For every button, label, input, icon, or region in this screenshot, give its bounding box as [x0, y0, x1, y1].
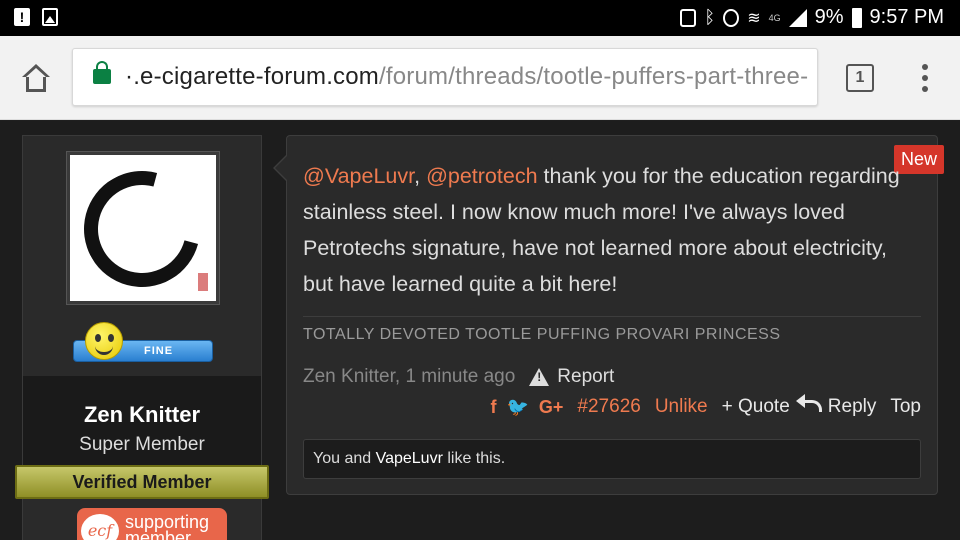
facebook-icon[interactable]: f	[490, 397, 496, 418]
author-timestamp[interactable]: Zen Knitter, 1 minute ago	[303, 366, 515, 388]
user-title: Super Member	[79, 434, 205, 455]
unlike-button[interactable]: Unlike	[655, 396, 708, 418]
username[interactable]: Zen Knitter	[23, 402, 261, 428]
battery-percent: 9%	[814, 6, 844, 28]
report-label: Report	[557, 366, 615, 387]
signal-icon	[788, 8, 807, 27]
reply-label: Reply	[827, 396, 877, 417]
mention-separator: ,	[414, 164, 421, 188]
battery-icon	[851, 7, 862, 28]
google-plus-icon[interactable]: G+	[539, 397, 564, 418]
user-name-block: Zen Knitter Super Member	[23, 376, 261, 466]
mention-vapeluvr[interactable]: @VapeLuvr	[303, 164, 414, 188]
liker-link[interactable]: VapeLuvr	[376, 450, 443, 467]
supporting-member-badge: ecf supporting member	[77, 508, 227, 540]
message-meta: Zen Knitter, 1 minute ago Report	[303, 366, 614, 388]
network-type: 4G	[768, 12, 781, 23]
share-buttons: f 🐦 G+	[490, 397, 563, 418]
likes-suffix: like this.	[442, 450, 506, 467]
likes-summary: You and VapeLuvr like this.	[303, 439, 921, 479]
reply-icon	[795, 394, 822, 412]
alarm-icon	[723, 8, 740, 27]
message-post: New @VapeLuvr, @petrotech thank you for …	[273, 135, 944, 495]
report-link[interactable]: Report	[529, 366, 614, 388]
signature-divider	[303, 316, 921, 317]
url-text[interactable]: ·.e-cigarette-forum.com/forum/threads/to…	[125, 63, 808, 91]
lock-icon	[93, 61, 111, 84]
twitter-icon[interactable]: 🐦	[506, 397, 528, 418]
top-button[interactable]: Top	[890, 396, 921, 418]
likes-prefix: You and	[313, 450, 376, 467]
home-icon[interactable]	[20, 64, 52, 94]
ecf-logo: ecf	[81, 514, 119, 540]
status-bar: ! ᛒ ≋ 4G 9% 9:57 PM	[0, 0, 960, 36]
message-user-info: FINE Zen Knitter Super Member Verified M…	[15, 135, 269, 540]
url-path: /forum/threads/tootle-puffers-part-three…	[379, 63, 809, 90]
alert-notification-icon: !	[14, 8, 30, 26]
tab-switcher-button[interactable]: 1	[846, 64, 874, 92]
message-actions: f 🐦 G+ #27626 Unlike + Quote Reply Top	[490, 394, 921, 418]
url-host: ·.e-cigarette-forum.com	[125, 63, 379, 90]
signature: TOTALLY DEVOTED TOOTLE PUFFING PROVARI P…	[303, 326, 781, 343]
message-body: @VapeLuvr, @petrotech thank you for the …	[303, 158, 903, 302]
reply-button[interactable]: Reply	[795, 394, 877, 418]
mention-petrotech[interactable]: @petrotech	[426, 164, 537, 188]
browser-toolbar: ·.e-cigarette-forum.com/forum/threads/to…	[0, 36, 960, 120]
verified-member-banner: Verified Member	[15, 465, 269, 499]
quote-button[interactable]: + Quote	[722, 396, 790, 418]
warning-icon	[529, 368, 550, 386]
image-notification-icon	[42, 8, 58, 26]
mood-badge-text: FINE	[144, 345, 174, 357]
bluetooth-icon: ᛒ	[704, 7, 716, 27]
more-menu-icon[interactable]	[922, 64, 930, 94]
clock: 9:57 PM	[869, 6, 944, 28]
page-content: FINE Zen Knitter Super Member Verified M…	[0, 121, 960, 540]
avatar[interactable]	[62, 149, 222, 309]
address-bar[interactable]: ·.e-cigarette-forum.com/forum/threads/to…	[72, 48, 818, 106]
seal-stamp	[198, 273, 208, 291]
post-number[interactable]: #27626	[577, 396, 640, 418]
screenshot-icon	[680, 8, 697, 27]
wifi-icon: ≋	[747, 9, 761, 27]
smiley-icon	[85, 322, 123, 360]
message-arrow	[273, 154, 288, 182]
